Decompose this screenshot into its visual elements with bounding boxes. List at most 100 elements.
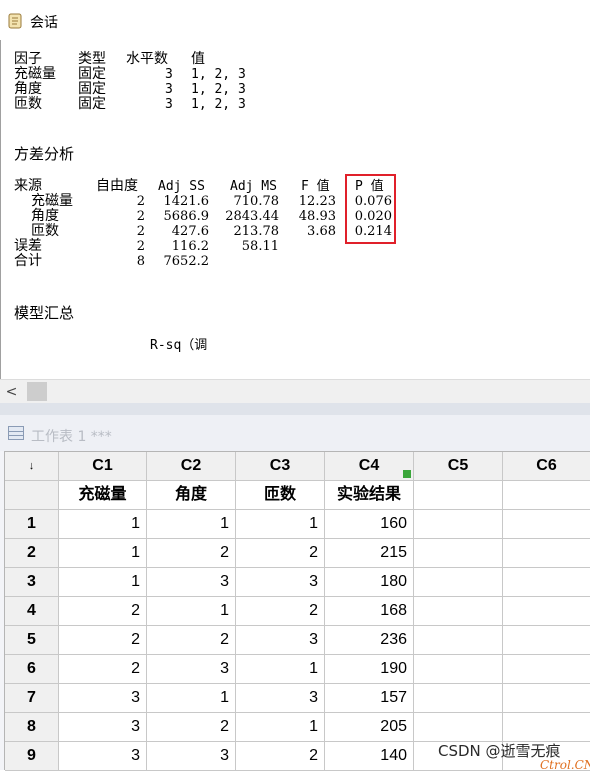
table-cell[interactable]: [414, 510, 503, 539]
worksheet-titlebar: 工作表 1 ***: [0, 415, 590, 451]
row-header[interactable]: 3: [5, 568, 59, 597]
table-cell[interactable]: 236: [325, 626, 414, 655]
rsq-adj-header: R-sq（调: [150, 338, 208, 353]
anova-source: 合计: [14, 253, 42, 269]
table-cell[interactable]: 3: [147, 655, 236, 684]
table-cell[interactable]: 140: [325, 742, 414, 771]
anova-adjms: 2843.44: [225, 209, 279, 224]
table-cell[interactable]: 3: [236, 626, 325, 655]
table-cell[interactable]: 3: [236, 684, 325, 713]
column-name-c4[interactable]: 实验结果: [325, 481, 414, 510]
table-cell[interactable]: 1: [147, 510, 236, 539]
type-col-header: 类型: [78, 51, 106, 67]
table-cell[interactable]: 3: [147, 742, 236, 771]
table-cell[interactable]: [414, 568, 503, 597]
column-header-c6[interactable]: C6: [503, 452, 590, 481]
model-summary-title: 模型汇总: [14, 304, 75, 322]
table-cell[interactable]: [503, 684, 590, 713]
table-cell[interactable]: 3: [236, 568, 325, 597]
anova-df: 2: [136, 194, 145, 209]
table-cell[interactable]: [414, 626, 503, 655]
column-name-c1[interactable]: 充磁量: [59, 481, 147, 510]
table-cell[interactable]: [503, 655, 590, 684]
table-cell[interactable]: 1: [236, 655, 325, 684]
pane-splitter[interactable]: [0, 403, 590, 415]
table-cell[interactable]: 3: [59, 742, 147, 771]
table-cell[interactable]: 3: [147, 568, 236, 597]
row-header[interactable]: 1: [5, 510, 59, 539]
table-cell[interactable]: 2: [59, 655, 147, 684]
table-cell[interactable]: 3: [59, 713, 147, 742]
table-cell[interactable]: 1: [59, 510, 147, 539]
column-name-c3[interactable]: 匝数: [236, 481, 325, 510]
column-header-c3[interactable]: C3: [236, 452, 325, 481]
table-cell[interactable]: 160: [325, 510, 414, 539]
table-cell[interactable]: [503, 713, 590, 742]
table-cell[interactable]: 205: [325, 713, 414, 742]
anova-adjss: 427.6: [171, 224, 209, 239]
table-cell[interactable]: 180: [325, 568, 414, 597]
column-header-c4[interactable]: C4: [325, 452, 414, 481]
column-name-c2[interactable]: 角度: [147, 481, 236, 510]
factor-type: 固定: [78, 96, 106, 112]
table-cell[interactable]: [503, 568, 590, 597]
horizontal-scrollbar[interactable]: <: [0, 379, 590, 404]
p-value-highlight-box: [345, 174, 396, 244]
table-cell[interactable]: 1: [236, 713, 325, 742]
table-cell[interactable]: 3: [59, 684, 147, 713]
column-header-c1[interactable]: C1: [59, 452, 147, 481]
row-header[interactable]: 5: [5, 626, 59, 655]
column-header-c2[interactable]: C2: [147, 452, 236, 481]
checkmark-flag-icon: [403, 470, 411, 478]
row-header[interactable]: 8: [5, 713, 59, 742]
row-header[interactable]: 2: [5, 539, 59, 568]
anova-adjms: 213.78: [233, 224, 280, 239]
table-cell[interactable]: 1: [59, 568, 147, 597]
anova-df: 8: [136, 254, 145, 269]
session-output: 因子 类型 水平数 值 充磁量 固定 3 1, 2, 3 角度 固定 3 1, …: [0, 40, 590, 379]
scrollbar-thumb[interactable]: [27, 382, 47, 401]
table-cell[interactable]: [414, 655, 503, 684]
table-cell[interactable]: 2: [236, 597, 325, 626]
factor-type: 固定: [78, 81, 106, 97]
row-header[interactable]: 6: [5, 655, 59, 684]
table-cell[interactable]: 190: [325, 655, 414, 684]
table-cell[interactable]: [414, 597, 503, 626]
column-name-c5[interactable]: [414, 481, 503, 510]
anova-adjss: 7652.2: [163, 254, 210, 269]
select-all-corner[interactable]: ↓: [5, 452, 59, 481]
table-cell[interactable]: [503, 626, 590, 655]
table-cell[interactable]: 1: [147, 684, 236, 713]
table-cell[interactable]: 157: [325, 684, 414, 713]
table-cell[interactable]: 2: [59, 626, 147, 655]
name-row-header[interactable]: [5, 481, 59, 510]
table-cell[interactable]: 1: [236, 510, 325, 539]
table-cell[interactable]: 168: [325, 597, 414, 626]
factor-name: 角度: [14, 81, 42, 97]
anova-adjms: 710.78: [233, 194, 280, 209]
table-cell[interactable]: [414, 713, 503, 742]
anova-f-header: F 值: [301, 179, 330, 194]
table-cell[interactable]: 2: [147, 713, 236, 742]
table-cell[interactable]: 2: [147, 626, 236, 655]
row-header[interactable]: 4: [5, 597, 59, 626]
table-cell[interactable]: [503, 597, 590, 626]
table-cell[interactable]: 1: [147, 597, 236, 626]
table-cell[interactable]: 2: [236, 742, 325, 771]
row-header[interactable]: 9: [5, 742, 59, 771]
factor-values: 1, 2, 3: [191, 82, 246, 97]
column-header-c5[interactable]: C5: [414, 452, 503, 481]
table-cell[interactable]: 215: [325, 539, 414, 568]
table-cell[interactable]: [414, 684, 503, 713]
row-header[interactable]: 7: [5, 684, 59, 713]
table-cell[interactable]: 2: [59, 597, 147, 626]
table-cell[interactable]: 2: [236, 539, 325, 568]
column-name-c6[interactable]: [503, 481, 590, 510]
scroll-left-arrow-icon[interactable]: <: [3, 383, 20, 401]
table-cell[interactable]: 2: [147, 539, 236, 568]
table-cell[interactable]: [503, 539, 590, 568]
table-cell[interactable]: [414, 539, 503, 568]
table-cell[interactable]: 1: [59, 539, 147, 568]
table-cell[interactable]: [503, 510, 590, 539]
anova-source: 充磁量: [31, 193, 73, 209]
